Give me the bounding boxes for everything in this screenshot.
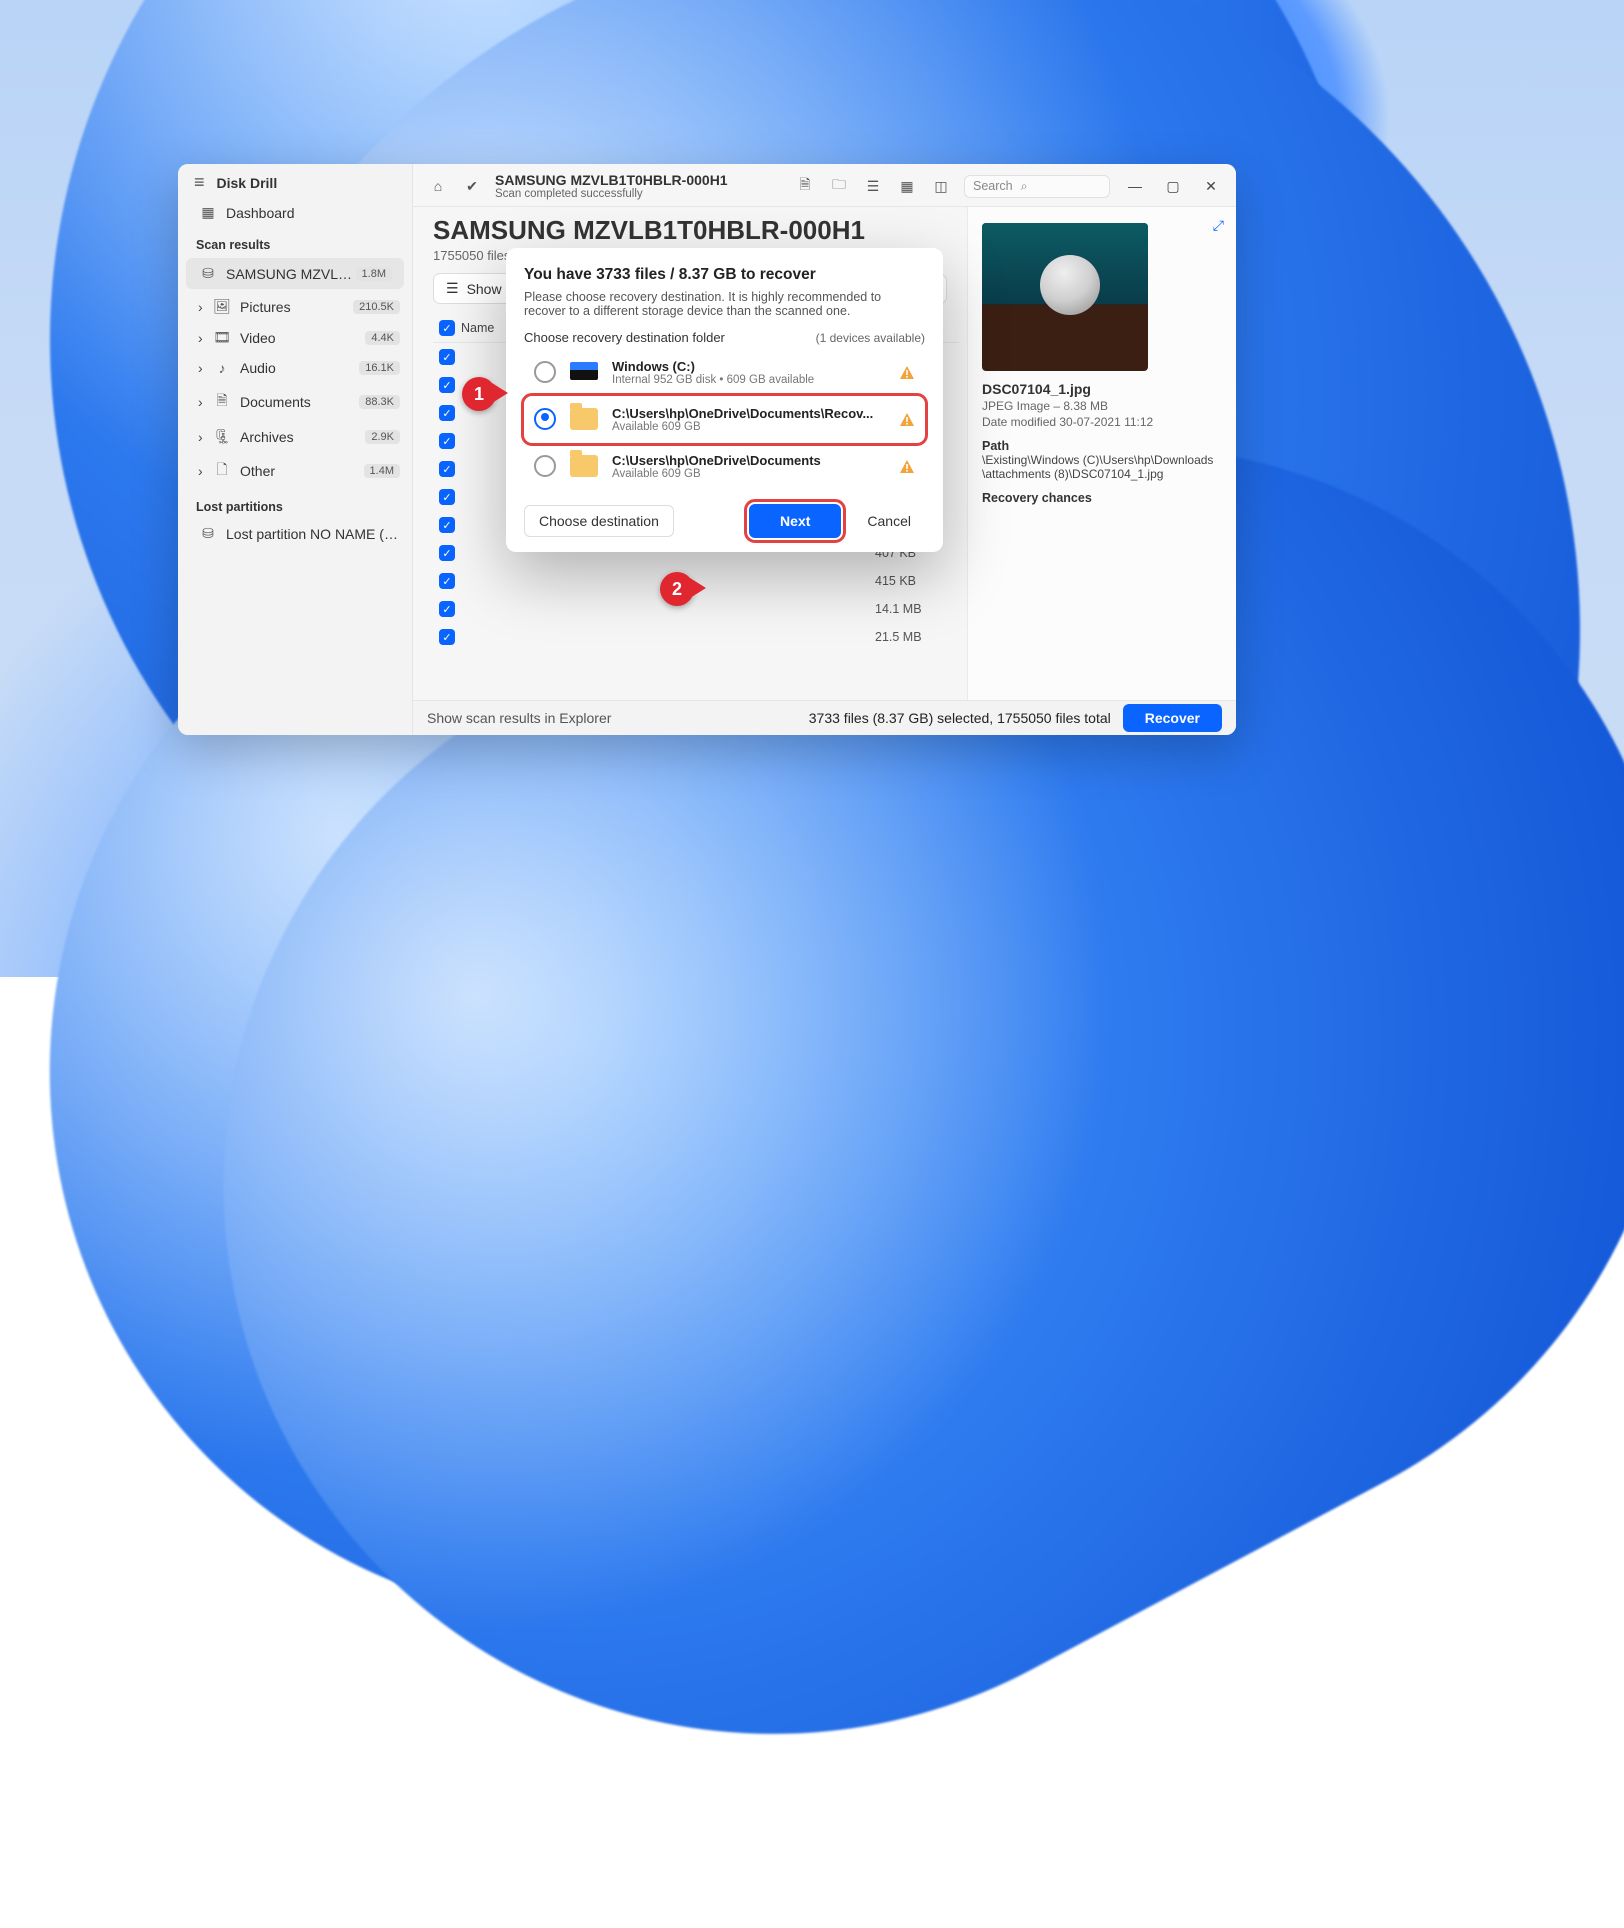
modal-title: You have 3733 files / 8.37 GB to recover [524, 266, 925, 284]
destination-option-windows-c[interactable]: Windows (C:) Internal 952 GB disk • 609 … [524, 349, 925, 396]
folder-icon [570, 408, 598, 430]
cancel-button[interactable]: Cancel [853, 506, 925, 536]
destination-option-documents[interactable]: C:\Users\hp\OneDrive\Documents Available… [524, 443, 925, 490]
radio-icon[interactable] [534, 361, 556, 383]
modal-choose-header: Choose recovery destination folder [524, 330, 725, 345]
modal-desc: Please choose recovery destination. It i… [524, 290, 925, 318]
radio-icon[interactable] [534, 408, 556, 430]
destination-option-recov[interactable]: C:\Users\hp\OneDrive\Documents\Recov... … [524, 396, 925, 443]
warning-icon [899, 365, 915, 381]
radio-icon[interactable] [534, 455, 556, 477]
warning-icon [899, 412, 915, 428]
drive-icon [570, 362, 598, 380]
next-button[interactable]: Next [749, 504, 841, 538]
annotation-callout-2: 2 [660, 572, 694, 606]
annotation-callout-1: 1 [462, 377, 496, 411]
recovery-destination-modal: You have 3733 files / 8.37 GB to recover… [506, 248, 943, 552]
modal-devices-hint: (1 devices available) [816, 331, 925, 345]
warning-icon [899, 459, 915, 475]
folder-icon [570, 455, 598, 477]
choose-destination-button[interactable]: Choose destination [524, 505, 674, 537]
